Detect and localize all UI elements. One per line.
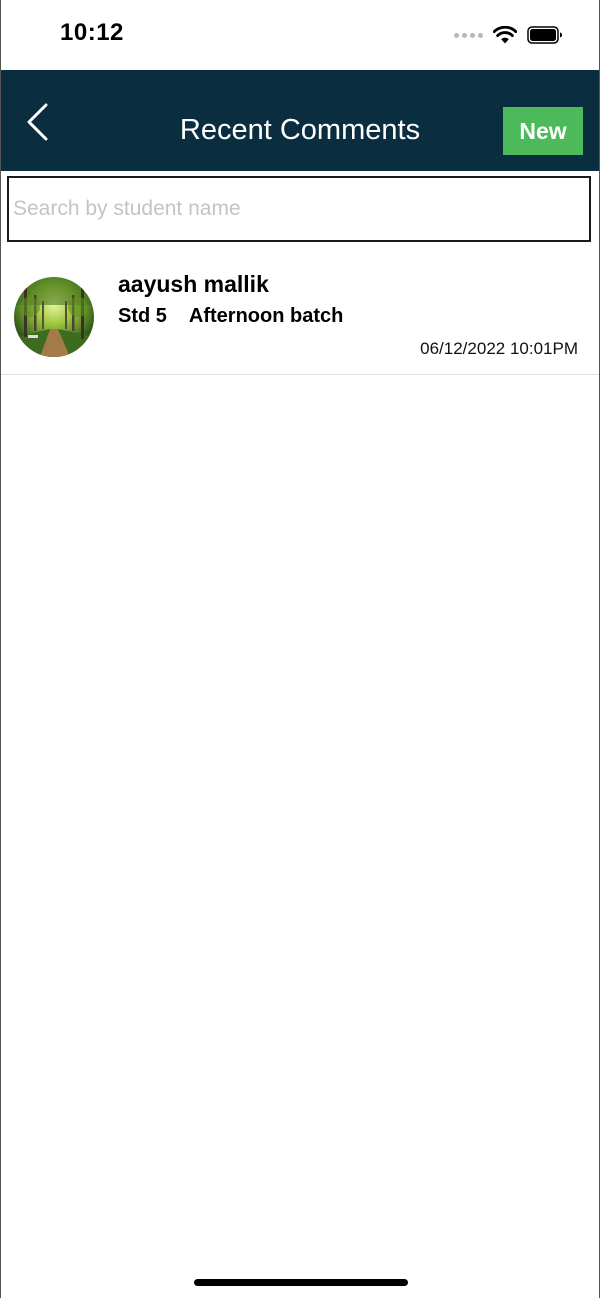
search-box — [7, 176, 591, 242]
wifi-icon — [493, 26, 517, 44]
nav-bar: Recent Comments New — [1, 70, 599, 171]
forest-path-photo — [14, 277, 94, 357]
status-icons — [454, 22, 563, 48]
new-comment-button[interactable]: New — [503, 107, 583, 155]
home-indicator[interactable] — [194, 1279, 408, 1286]
avatar — [14, 277, 94, 357]
status-time: 10:12 — [60, 19, 124, 46]
list-item[interactable]: aayush mallik Std 5 Afternoon batch 06/1… — [1, 258, 599, 375]
cellular-dots-icon — [454, 32, 483, 38]
student-meta: Std 5 Afternoon batch — [118, 305, 343, 328]
battery-icon — [527, 26, 562, 44]
student-name: aayush mallik — [118, 271, 269, 297]
status-bar: 10:12 — [1, 0, 599, 70]
student-batch: Afternoon batch — [188, 305, 344, 327]
comment-timestamp: 06/12/2022 10:01PM — [420, 339, 578, 358]
search-input[interactable] — [9, 178, 589, 240]
student-standard: Std 5 — [118, 305, 167, 327]
screen: 10:12 Recent Comments New Search by stud… — [0, 0, 600, 1298]
